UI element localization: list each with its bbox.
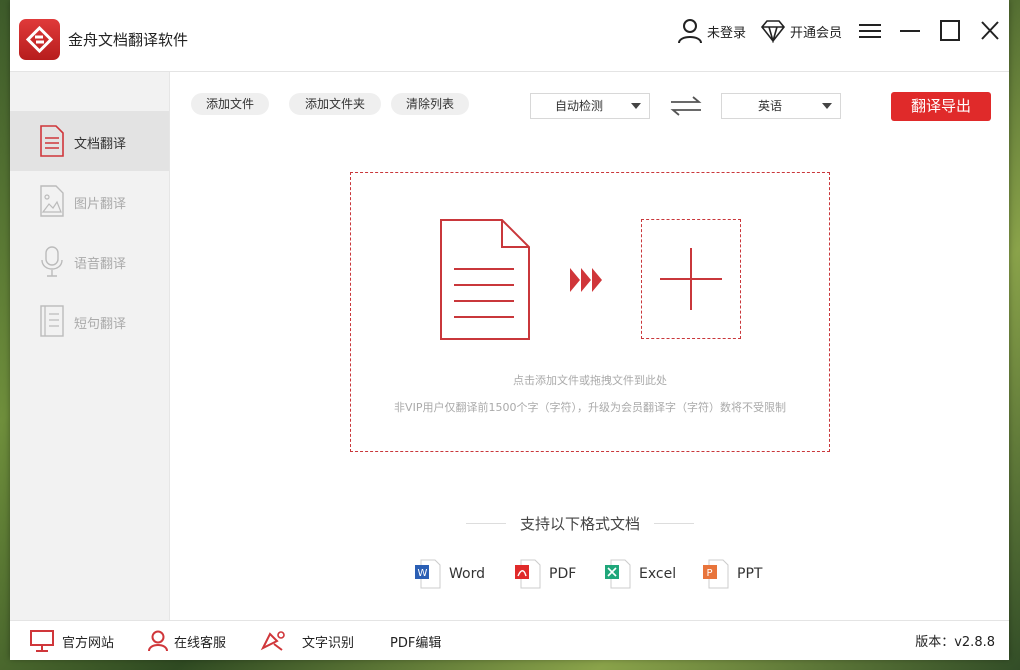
swap-icon — [670, 96, 702, 116]
bottom-bar: 官方网站 在线客服 文字识别 PDF编辑 版本：v2.8.8 — [10, 620, 1009, 660]
format-label: PDF — [549, 566, 577, 582]
format-ppt: P PPT — [703, 558, 762, 590]
vip-label: 开通会员 — [790, 25, 843, 41]
ocr-label: 文字识别 — [302, 635, 355, 651]
ocr-link[interactable]: 文字识别 — [260, 629, 354, 653]
format-word: W Word — [415, 558, 485, 590]
login-button[interactable]: 未登录 — [677, 18, 746, 44]
file-drop-zone[interactable]: 点击添加文件或拖拽文件到此处 非VIP用户仅翻译前1500个字（字符），升级为会… — [350, 172, 830, 452]
source-language-value: 自动检测 — [554, 99, 603, 113]
online-support-label: 在线客服 — [174, 635, 227, 651]
user-icon — [678, 19, 702, 44]
minimize-button[interactable] — [896, 18, 924, 44]
login-label: 未登录 — [707, 25, 747, 41]
translate-export-button[interactable]: 翻译导出 — [891, 92, 991, 121]
diamond-icon — [760, 20, 786, 43]
text-note-icon — [40, 305, 64, 337]
microphone-icon — [41, 246, 63, 277]
sidebar-item-document-translate[interactable]: 文档翻译 — [10, 111, 169, 171]
maximize-icon — [940, 20, 960, 41]
ocr-tool-icon — [260, 631, 285, 651]
app-title: 金舟文档翻译软件 — [68, 31, 189, 49]
app-logo-icon — [19, 19, 60, 60]
svg-text:W: W — [418, 568, 428, 579]
vip-limit-note: 非VIP用户仅翻译前1500个字（字符），升级为会员翻译字（字符）数将不受限制 — [394, 401, 786, 414]
sidebar-item-label: 语音翻译 — [74, 257, 127, 272]
menu-button[interactable] — [856, 18, 884, 44]
pdf-icon — [515, 559, 541, 589]
add-file-button[interactable]: 添加文件 — [191, 93, 269, 115]
official-website-label: 官方网站 — [62, 635, 115, 651]
format-pdf: PDF — [515, 558, 576, 590]
monitor-icon — [30, 630, 54, 652]
word-icon: W — [415, 559, 441, 589]
image-icon — [40, 185, 64, 217]
chevron-down-icon — [822, 103, 832, 109]
target-language-select[interactable]: 英语 — [721, 93, 841, 119]
source-language-select[interactable]: 自动检测 — [530, 93, 650, 119]
document-icon — [440, 219, 530, 340]
sidebar-item-image-translate[interactable]: 图片翻译 — [10, 171, 169, 231]
format-label: Word — [449, 566, 485, 582]
supported-formats-title: 支持以下格式文档 — [466, 513, 694, 534]
app-window: 金舟文档翻译软件 未登录 开通会员 文档翻译 图片翻译 语音翻译 短句翻译 添加… — [10, 0, 1009, 660]
sidebar-item-label: 文档翻译 — [74, 137, 127, 152]
support-agent-icon — [148, 630, 168, 652]
format-label: PPT — [737, 566, 763, 582]
drop-hint: 点击添加文件或拖拽文件到此处 — [513, 374, 667, 387]
svg-text:P: P — [707, 568, 713, 579]
hamburger-icon — [859, 24, 881, 38]
target-language-value: 英语 — [757, 99, 782, 113]
sidebar-item-voice-translate[interactable]: 语音翻译 — [10, 231, 169, 291]
vip-button[interactable]: 开通会员 — [760, 18, 842, 44]
version-label: 版本：v2.8.8 — [915, 635, 995, 650]
pdf-edit-label: PDF编辑 — [390, 635, 442, 651]
online-support-link[interactable]: 在线客服 — [148, 629, 226, 653]
sidebar: 文档翻译 图片翻译 语音翻译 短句翻译 — [10, 72, 170, 620]
ppt-icon: P — [703, 559, 729, 589]
swap-languages-button[interactable] — [669, 95, 703, 117]
chevron-down-icon — [631, 103, 641, 109]
pdf-edit-link[interactable]: PDF编辑 — [390, 629, 441, 653]
document-icon — [40, 125, 64, 157]
arrows-right-icon — [570, 268, 602, 292]
format-label: Excel — [639, 566, 677, 582]
close-icon — [981, 21, 999, 40]
minimize-icon — [900, 30, 920, 32]
sidebar-item-label: 图片翻译 — [74, 197, 127, 212]
add-folder-button[interactable]: 添加文件夹 — [289, 93, 381, 115]
official-website-link[interactable]: 官方网站 — [30, 629, 114, 653]
format-excel: Excel — [605, 558, 676, 590]
title-bar: 金舟文档翻译软件 未登录 开通会员 — [10, 0, 1009, 72]
excel-icon — [605, 559, 631, 589]
maximize-button[interactable] — [936, 18, 964, 44]
plus-icon — [660, 248, 722, 310]
close-button[interactable] — [976, 18, 1004, 44]
sidebar-item-label: 短句翻译 — [74, 317, 127, 332]
add-file-box[interactable] — [641, 219, 741, 339]
sidebar-item-sentence-translate[interactable]: 短句翻译 — [10, 291, 169, 351]
clear-list-button[interactable]: 清除列表 — [391, 93, 469, 115]
